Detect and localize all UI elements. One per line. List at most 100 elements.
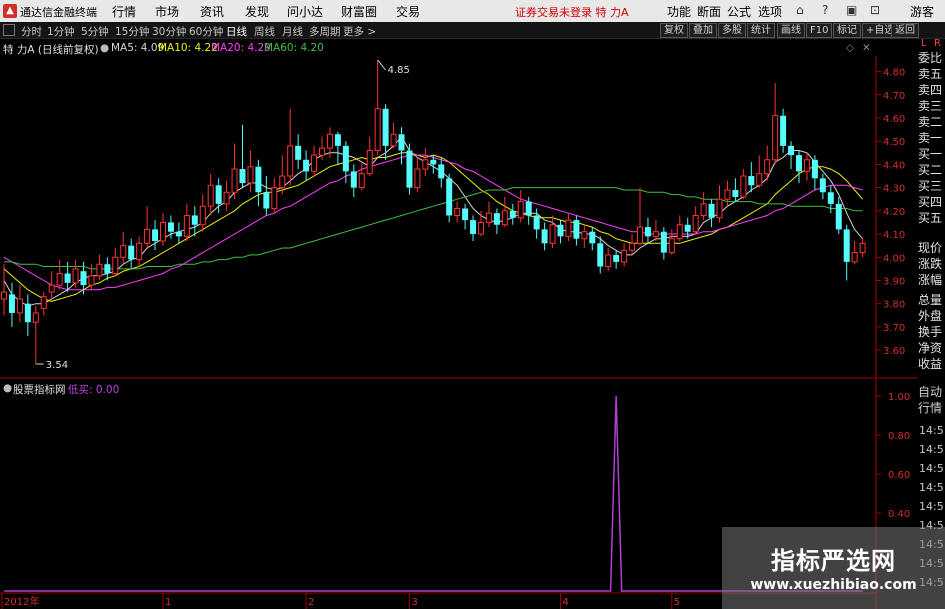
- sidebar-trade-time: 14:5: [919, 462, 944, 475]
- sidebar-trade-time: 14:5: [919, 424, 944, 437]
- candle-body: [485, 212, 492, 223]
- time-tick-label: 2012年: [4, 595, 39, 608]
- sidebar-field: 买二: [918, 163, 943, 177]
- candle-body: [708, 203, 715, 218]
- menu-item-news[interactable]: 资讯: [200, 3, 224, 20]
- menu-item-wealth[interactable]: 财富圈: [341, 3, 377, 20]
- candle-body: [652, 231, 659, 237]
- candle-body: [509, 210, 516, 218]
- price-tick-label: 4.10: [883, 230, 905, 241]
- f10-button[interactable]: F10: [806, 23, 833, 38]
- period-tab-more[interactable]: 更多 >: [343, 24, 376, 39]
- candle-body: [406, 150, 413, 188]
- overlay-button[interactable]: 叠加: [689, 23, 717, 38]
- menu-item-discover[interactable]: 发现: [245, 3, 269, 20]
- sidebar-r-tab[interactable]: R: [934, 38, 941, 49]
- candle-body: [80, 271, 87, 286]
- menu-item-options[interactable]: 选项: [758, 3, 782, 20]
- expand-icon[interactable]: ◇: [846, 42, 854, 54]
- candle-body: [454, 208, 461, 216]
- menu-item-assistant[interactable]: 问小达: [287, 3, 323, 20]
- settings-circle-icon[interactable]: ●: [100, 42, 109, 54]
- price-tick-label: 3.70: [883, 323, 905, 334]
- candle-body: [160, 221, 166, 242]
- candle-body: [48, 284, 55, 293]
- candle-body: [398, 134, 405, 151]
- drawing-button[interactable]: 画线: [777, 23, 805, 38]
- menu-item-function[interactable]: 功能: [667, 3, 691, 20]
- period-toolbar: 分时 1分钟 5分钟 15分钟 30分钟 60分钟 日线 周线 月线 多周期 更…: [0, 22, 945, 39]
- sidebar-field: 外盘: [918, 309, 943, 323]
- multi-stock-button[interactable]: 多股: [718, 23, 746, 38]
- adjust-button[interactable]: 复权: [660, 23, 688, 38]
- menu-item-market[interactable]: 市场: [155, 3, 179, 20]
- candle-body: [207, 184, 214, 207]
- sidebar-field: 行情: [918, 401, 943, 415]
- candle-body: [342, 145, 349, 172]
- menu-item-quotes[interactable]: 行情: [112, 3, 136, 20]
- price-tick-label: 3.80: [883, 300, 905, 311]
- candle-body: [851, 252, 858, 263]
- layout-toggle-icon[interactable]: [3, 24, 15, 36]
- indicator-tick-label: 0.40: [888, 509, 910, 520]
- candle-body: [772, 115, 779, 161]
- statistics-button[interactable]: 统计: [747, 23, 775, 38]
- candle-body: [517, 201, 524, 219]
- candle-body: [605, 254, 612, 268]
- period-tab-intraday[interactable]: 分时: [21, 24, 42, 39]
- period-tab-1min[interactable]: 1分钟: [47, 24, 75, 39]
- sidebar-field: 卖三: [918, 99, 943, 113]
- candle-body: [350, 171, 357, 188]
- candle-body: [382, 108, 389, 146]
- close-pane-icon[interactable]: ✕: [862, 42, 871, 54]
- candle-body: [573, 220, 580, 239]
- price-tick-label: 4.70: [883, 91, 905, 102]
- candle-body: [716, 198, 723, 219]
- indicator-source: 股票指标网: [13, 384, 66, 396]
- indicator-settings-icon[interactable]: ●: [3, 382, 12, 394]
- restore-icon[interactable]: ▣: [846, 3, 857, 17]
- sidebar-l-tab[interactable]: L: [921, 38, 927, 49]
- candle-body: [764, 159, 771, 175]
- price-tick-label: 3.60: [883, 346, 905, 357]
- candle-body: [811, 159, 818, 179]
- sidebar-field: 卖五: [918, 67, 943, 81]
- guest-button[interactable]: 游客: [910, 3, 934, 20]
- period-tab-15min[interactable]: 15分钟: [115, 24, 149, 39]
- candle-body: [374, 108, 381, 152]
- menu-item-section[interactable]: 断面: [697, 3, 721, 20]
- candle: [446, 173, 453, 223]
- menu-item-trade[interactable]: 交易: [396, 3, 420, 20]
- time-tick-label: 3: [411, 597, 417, 608]
- period-tab-monthly[interactable]: 月线: [282, 24, 303, 39]
- candle-body: [96, 263, 103, 277]
- sidebar-field: 涨跌: [918, 257, 943, 271]
- candle-body: [565, 219, 572, 237]
- period-tab-multi[interactable]: 多周期: [309, 24, 341, 39]
- home-icon[interactable]: ⌂: [796, 3, 804, 17]
- period-tab-30min[interactable]: 30分钟: [152, 24, 186, 39]
- menu-item-formula[interactable]: 公式: [727, 3, 751, 20]
- candle-body: [88, 275, 95, 286]
- sidebar-field: 净资: [918, 341, 943, 355]
- mark-button[interactable]: 标记: [833, 23, 861, 38]
- time-tick-label: 1: [165, 597, 171, 608]
- watermark-title: 指标严选网: [771, 547, 896, 575]
- period-tab-5min[interactable]: 5分钟: [81, 24, 109, 39]
- candle-body: [748, 176, 755, 186]
- help-icon[interactable]: ?: [822, 3, 828, 17]
- candle-body: [136, 242, 143, 261]
- period-tab-60min[interactable]: 60分钟: [189, 24, 223, 39]
- back-button[interactable]: 返回: [891, 23, 919, 38]
- candle-body: [1, 291, 7, 300]
- sidebar-field: 买三: [918, 179, 943, 193]
- indicator-tick-label: 0.60: [888, 470, 910, 481]
- candle-body: [859, 242, 866, 254]
- quote-sidebar: L R 委比 卖五 卖四 卖三 卖二 卖一 买一 买二 买三 买四 买五 现价 涨跌 涨幅 总量 外盘 换手 净资…: [918, 38, 945, 609]
- candle-body: [438, 164, 445, 179]
- candle-body: [827, 192, 834, 204]
- period-tab-daily[interactable]: 日线: [226, 24, 247, 39]
- maximize-icon[interactable]: ⊡: [870, 3, 880, 17]
- candle-body: [144, 228, 151, 244]
- period-tab-weekly[interactable]: 周线: [254, 24, 275, 39]
